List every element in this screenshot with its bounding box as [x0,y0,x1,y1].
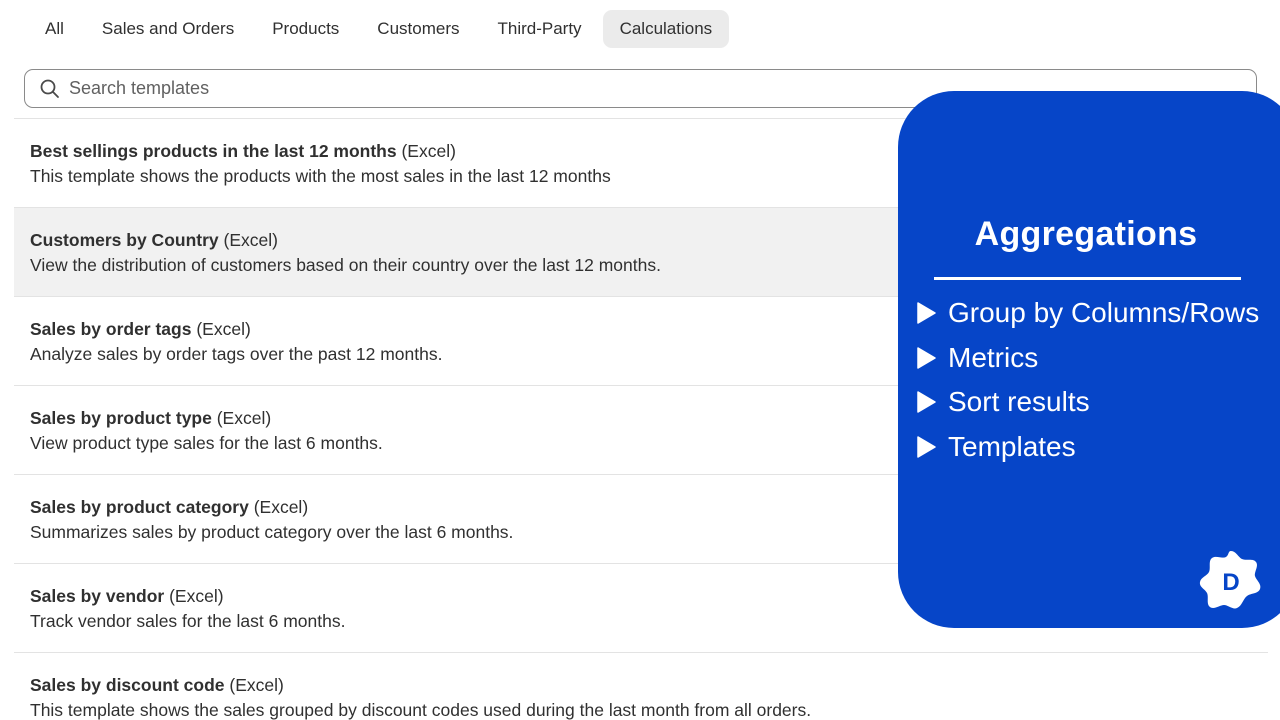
template-row[interactable]: Sales by discount code (Excel) This temp… [14,653,1268,720]
aggregations-panel: Aggregations Group by Columns/Rows Metri… [898,91,1280,628]
feature-item: Group by Columns/Rows [916,291,1259,336]
brand-logo-icon: D [1199,551,1261,609]
template-description: This template shows the sales grouped by… [30,700,812,720]
feature-label: Templates [948,430,1076,462]
feature-item: Sort results [916,380,1259,425]
template-format: (Excel) [229,675,284,695]
feature-label: Sort results [948,386,1090,418]
tab-sales-and-orders[interactable]: Sales and Orders [85,10,251,48]
feature-label: Group by Columns/Rows [948,297,1260,329]
svg-text:D: D [1222,569,1239,596]
templates-page: All Sales and Orders Products Customers … [0,0,1280,720]
template-name: Sales by discount code [30,675,225,695]
feature-item: Metrics [916,336,1259,381]
template-format: (Excel) [223,230,278,250]
play-triangle-icon [917,347,936,369]
tab-calculations[interactable]: Calculations [602,10,730,48]
template-name: Sales by vendor [30,586,165,606]
panel-title: Aggregations [974,215,1198,253]
play-triangle-icon [917,436,936,458]
template-format: (Excel) [216,408,272,428]
search-input[interactable] [69,78,969,99]
feature-item: Templates [916,425,1259,470]
template-name: Sales by product category [30,497,249,517]
template-name: Sales by order tags [30,319,192,339]
template-name: Sales by product type [30,408,212,428]
tab-all[interactable]: All [28,10,81,48]
play-triangle-icon [917,391,936,413]
category-tabs: All Sales and Orders Products Customers … [28,10,733,48]
template-title: Sales by discount code (Excel) [30,673,1252,697]
tab-products[interactable]: Products [255,10,356,48]
feature-label: Metrics [948,341,1039,373]
panel-divider [934,277,1241,280]
template-format: (Excel) [169,586,224,606]
template-format: (Excel) [196,319,251,339]
template-name: Customers by Country [30,230,219,250]
play-triangle-icon [917,302,936,324]
tab-customers[interactable]: Customers [360,10,476,48]
template-format: (Excel) [401,141,456,161]
feature-list: Group by Columns/Rows Metrics Sort resul… [916,291,1259,469]
template-format: (Excel) [253,497,309,517]
search-icon [40,79,59,98]
template-name: Best sellings products in the last 12 mo… [30,141,397,161]
tab-third-party[interactable]: Third-Party [480,10,598,48]
